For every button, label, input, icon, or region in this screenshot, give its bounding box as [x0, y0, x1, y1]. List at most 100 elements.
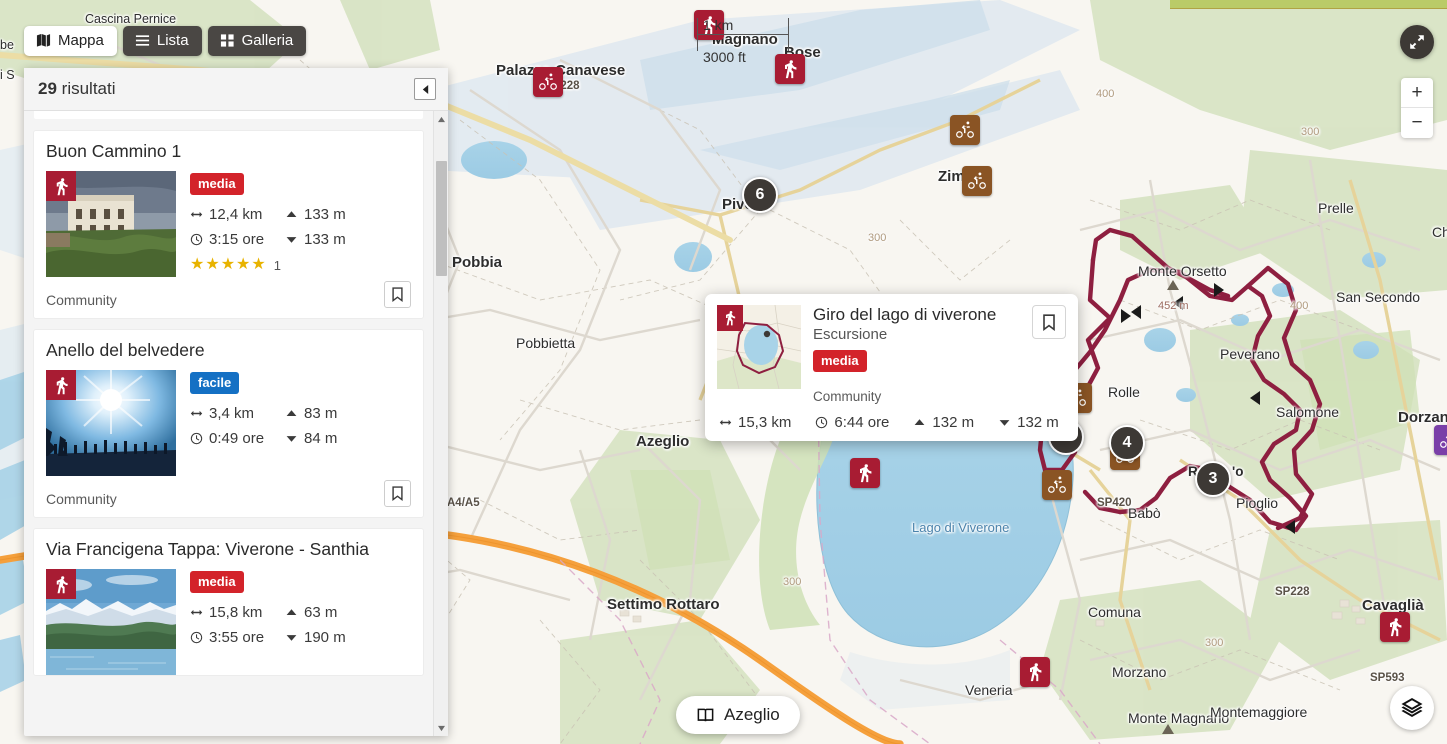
card-difficulty-badge: media [190, 571, 244, 593]
clock-icon [815, 416, 828, 429]
tab-galleria[interactable]: Galleria [208, 26, 307, 56]
stat-distance-value: 3,4 km [209, 405, 254, 422]
chevron-left-icon [421, 84, 430, 95]
stat-distance: 3,4 km [190, 405, 285, 422]
card-info: media 15,8 km63 m 3:55 ore 190 m [190, 569, 411, 675]
card-title: Anello del belvedere [46, 340, 411, 361]
results-count-label: risultati [62, 79, 116, 98]
view-mode-tabs[interactable]: Mappa Lista Galleria [24, 26, 306, 56]
map-poi-marker[interactable] [1042, 470, 1072, 500]
chevron-down-icon [437, 725, 446, 732]
ascent-icon [913, 416, 926, 429]
scroll-up-button[interactable] [434, 111, 449, 127]
card-footer: Community [46, 476, 411, 517]
zoom-controls[interactable]: + − [1401, 78, 1433, 138]
stat-duration-value: 3:55 ore [209, 629, 264, 646]
ascent-icon [285, 407, 298, 420]
map-poi-marker[interactable] [1434, 425, 1447, 455]
partial-card-above[interactable] [34, 111, 423, 119]
results-count-number: 29 [38, 79, 57, 98]
stat-descent-value: 132 m [1017, 414, 1059, 431]
scrollbar-thumb[interactable] [436, 161, 447, 276]
descent-icon [285, 631, 298, 644]
bookmark-button[interactable] [1032, 305, 1066, 339]
stat-distance: 12,4 km [190, 206, 285, 223]
map-poi-marker[interactable] [775, 54, 805, 84]
card-thumbnail[interactable] [46, 370, 176, 476]
map-poi-marker[interactable] [1380, 612, 1410, 642]
rating-count: 1 [274, 258, 281, 273]
stat-ascent: 63 m [285, 604, 411, 621]
tour-popup-thumbnail[interactable] [717, 305, 801, 389]
result-card[interactable]: Anello del belvedere facile 3,4 km 83 m 0:49… [34, 330, 423, 517]
chevron-up-icon [437, 116, 446, 123]
biking-icon [538, 72, 558, 92]
result-card[interactable]: Buon Cammino 1media12,4 km133 m3:15 ore1… [34, 131, 423, 318]
map-poi-marker[interactable] [1020, 657, 1050, 687]
card-difficulty-badge: facile [190, 372, 239, 394]
stat-duration: 6:44 ore [815, 414, 889, 431]
hiking-icon [855, 463, 875, 483]
map-scale-bar: 1 km 3000 ft [697, 18, 789, 51]
tour-popup-difficulty: media [813, 350, 867, 372]
bookmark-button[interactable] [384, 480, 411, 507]
descent-icon [285, 432, 298, 445]
results-scrollbar[interactable] [433, 111, 448, 736]
result-card[interactable]: Via Francigena Tappa: Viverone - Santhia… [34, 529, 423, 675]
stat-descent: 84 m [285, 430, 411, 447]
map-cluster-marker[interactable]: 4 [1109, 425, 1145, 461]
stat-distance: 15,8 km [190, 604, 285, 621]
stat-descent: 133 m [285, 231, 411, 248]
distance-icon [190, 407, 203, 420]
scrollbar-track[interactable] [434, 127, 449, 720]
card-info: facile 3,4 km 83 m 0:49 ore 84 m [190, 370, 411, 476]
stat-duration: 0:49 ore [190, 430, 285, 447]
zoom-in-button[interactable]: + [1401, 78, 1433, 108]
stat-ascent-value: 133 m [304, 206, 346, 223]
map-icon [36, 33, 51, 48]
card-source: Community [46, 491, 117, 507]
fullscreen-button[interactable] [1400, 25, 1434, 59]
hiking-icon [52, 376, 71, 395]
layers-button[interactable] [1390, 686, 1434, 730]
card-thumbnail[interactable] [46, 569, 176, 675]
hiking-icon [52, 575, 71, 594]
place-info-label: Azeglio [724, 705, 780, 725]
tab-mappa[interactable]: Mappa [24, 26, 117, 56]
tab-lista-label: Lista [157, 32, 189, 49]
clock-icon [190, 631, 203, 644]
map-poi-marker[interactable] [962, 166, 992, 196]
map-application: Cascina Pernicebei SPalazzo CanaveseMagn… [0, 0, 1447, 744]
stat-duration-value: 3:15 ore [209, 231, 264, 248]
stat-descent: 190 m [285, 629, 411, 646]
card-thumbnail[interactable] [46, 171, 176, 277]
bookmark-icon [1042, 314, 1056, 331]
stat-descent-value: 84 m [304, 430, 337, 447]
card-title: Buon Cammino 1 [46, 141, 411, 162]
ascent-icon [285, 208, 298, 221]
map-poi-marker[interactable] [533, 67, 563, 97]
tab-lista[interactable]: Lista [123, 26, 202, 56]
bookmark-button[interactable] [384, 281, 411, 308]
stat-ascent-value: 83 m [304, 405, 337, 422]
zoom-out-button[interactable]: − [1401, 108, 1433, 138]
stat-ascent: 133 m [285, 206, 411, 223]
results-list[interactable]: Buon Cammino 1media12,4 km133 m3:15 ore1… [24, 111, 433, 736]
place-info-button[interactable]: Azeglio [676, 696, 800, 734]
scroll-down-button[interactable] [434, 720, 449, 736]
rating-stars: ★★★★★ [190, 257, 267, 273]
layers-icon [1400, 696, 1424, 720]
map-poi-marker[interactable] [950, 115, 980, 145]
map-poi-marker[interactable] [850, 458, 880, 488]
tour-popup-top: Giro del lago di viverone Escursione med… [717, 305, 1066, 404]
map-cluster-marker[interactable]: 3 [1195, 461, 1231, 497]
tour-popup[interactable]: Giro del lago di viverone Escursione med… [705, 294, 1078, 441]
card-footer: Community [46, 277, 411, 318]
hiking-icon [1025, 662, 1045, 682]
collapse-panel-button[interactable] [414, 78, 436, 100]
stat-distance: 15,3 km [719, 414, 791, 431]
results-panel-header: 29 risultati [24, 68, 448, 111]
tour-popup-stats: 15,3 km 6:44 ore 132 m 132 m [717, 414, 1066, 431]
scale-imperial-label: 3000 ft [703, 50, 746, 65]
map-cluster-marker[interactable]: 6 [742, 177, 778, 213]
